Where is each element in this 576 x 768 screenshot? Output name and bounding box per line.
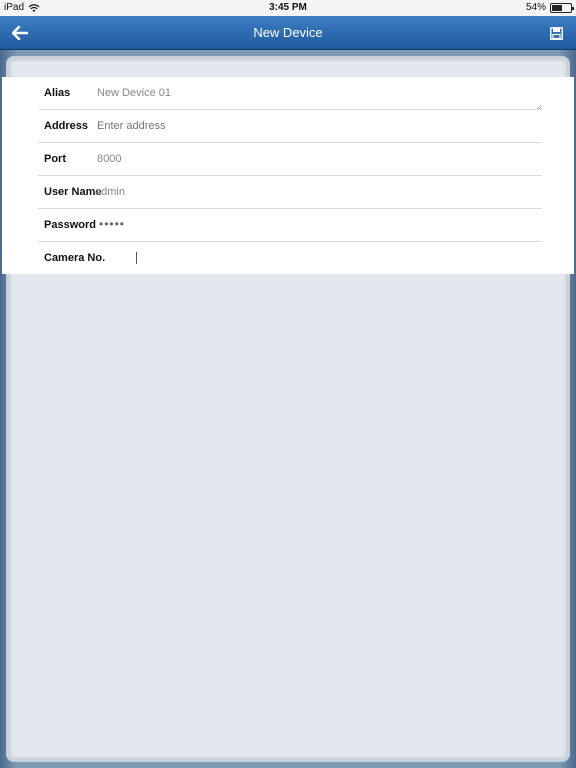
- device-form: Alias Address Port User Name Password ••…: [2, 77, 574, 274]
- password-input[interactable]: •••••: [99, 217, 519, 231]
- port-label: Port: [44, 153, 66, 165]
- alias-row: Alias: [38, 77, 542, 110]
- battery-icon: [550, 2, 574, 13]
- address-input[interactable]: [97, 120, 517, 132]
- status-bar: iPad 3:45 PM 54%: [0, 0, 576, 16]
- floppy-disk-icon: [549, 26, 563, 40]
- camera-row: Camera No.: [38, 242, 542, 275]
- battery-fill: [552, 4, 562, 11]
- port-input[interactable]: [97, 153, 517, 165]
- status-time: 3:45 PM: [269, 2, 307, 13]
- username-input[interactable]: [95, 186, 515, 198]
- alias-label: Alias: [44, 87, 71, 99]
- camera-input[interactable]: [136, 252, 137, 264]
- address-label: Address: [44, 120, 89, 132]
- username-label: User Name: [44, 186, 102, 198]
- save-button[interactable]: [544, 22, 568, 44]
- password-label: Password: [44, 219, 96, 231]
- battery-percent: 54%: [525, 2, 546, 13]
- port-row: Port: [38, 143, 542, 176]
- address-row: Address: [38, 110, 542, 143]
- camera-label: Camera No.: [44, 252, 106, 264]
- status-right: 54%: [525, 2, 574, 13]
- alias-input[interactable]: [97, 87, 517, 99]
- nav-bar: New Device: [0, 16, 576, 50]
- password-row: Password •••••: [38, 209, 542, 242]
- page-title: New Device: [253, 25, 323, 40]
- username-row: User Name: [38, 176, 542, 209]
